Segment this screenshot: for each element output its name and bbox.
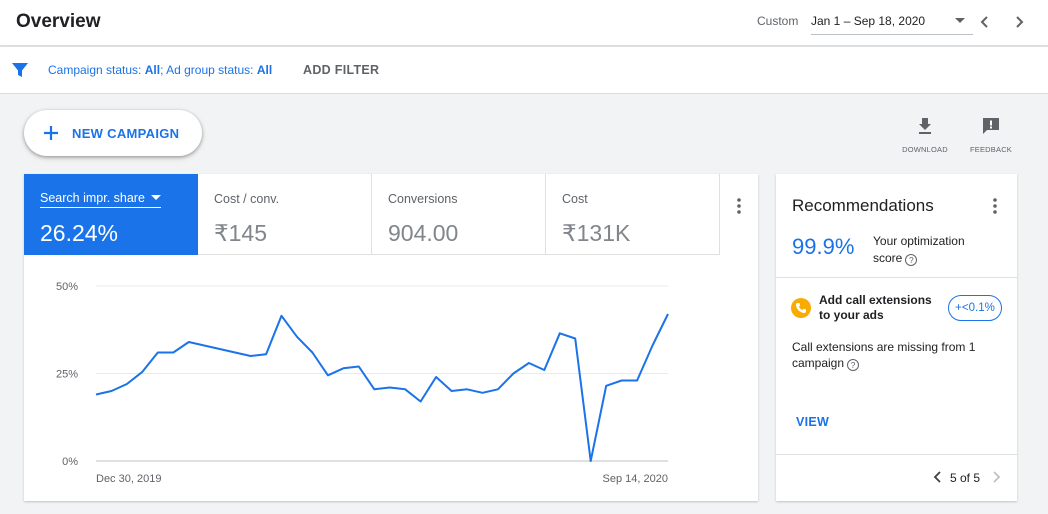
line-chart: 50% 25% 0% Dec 30, 2019 Sep 14, 2020 (56, 281, 669, 485)
plus-icon (44, 126, 58, 140)
more-vert-icon (737, 198, 741, 214)
divider (776, 454, 1017, 455)
performance-chart-card: Search impr. share 26.24% Cost / conv. ₹… (24, 174, 758, 501)
phone-icon (796, 303, 806, 313)
filter-icon[interactable] (11, 61, 29, 79)
metric-selector[interactable]: Search impr. share (40, 191, 161, 208)
help-icon[interactable]: ? (905, 254, 918, 266)
metric-value: 26.24% (40, 220, 119, 246)
optimization-score-label: Your optimization score? (873, 233, 993, 267)
previous-recommendation-button[interactable] (932, 470, 946, 486)
ad-group-status-label: Ad group status: (166, 63, 254, 77)
filter-separator: ; (160, 63, 164, 77)
date-range-dropdown[interactable]: Jan 1 – Sep 18, 2020 (811, 6, 973, 35)
chevron-left-icon (980, 16, 988, 28)
y-tick-label: 50% (56, 281, 78, 293)
x-tick-label: Sep 14, 2020 (603, 473, 668, 485)
recommendation-description-text: Call extensions are missing from 1 campa… (792, 340, 976, 370)
recommendation-pager: 5 of 5 (950, 471, 981, 485)
optimization-score-text: Your optimization score (873, 234, 965, 265)
metric-value: ₹131K (562, 220, 631, 246)
new-campaign-button[interactable]: NEW CAMPAIGN (24, 110, 202, 156)
call-extension-badge (791, 298, 811, 318)
campaign-status-value: All (144, 63, 161, 77)
feedback-icon (983, 118, 999, 134)
recommendations-title: Recommendations (792, 196, 934, 215)
help-icon[interactable]: ? (847, 359, 860, 371)
filter-bar: Campaign status: All; Ad group status: A… (0, 47, 1048, 94)
recommendation-title: Add call extensions to your ads (819, 293, 932, 322)
feedback-button[interactable]: FEEDBACK (961, 116, 1021, 154)
x-tick-label: Dec 30, 2019 (96, 473, 161, 485)
metric-tab-conversions[interactable]: Conversions 904.00 (372, 174, 546, 255)
date-range-type-label: Custom (757, 14, 799, 28)
chart-more-options-button[interactable] (727, 194, 751, 218)
next-recommendation-button[interactable] (990, 470, 1004, 486)
metric-label: Conversions (388, 192, 458, 206)
previous-period-button[interactable] (975, 10, 995, 34)
campaign-status-label: Campaign status: (48, 63, 142, 77)
view-recommendation-button[interactable]: VIEW (796, 415, 829, 429)
download-label: DOWNLOAD (902, 145, 948, 154)
optimization-score: 99.9% (792, 234, 855, 259)
chevron-left-icon (933, 471, 941, 483)
metric-label: Cost / conv. (214, 192, 280, 206)
y-tick-label: 0% (62, 456, 78, 468)
score-uplift-badge: +<0.1% (948, 295, 1002, 321)
y-tick-label: 25% (56, 369, 78, 381)
metric-value: ₹145 (214, 220, 268, 246)
divider (776, 277, 1017, 278)
ad-group-status-value: All (256, 63, 273, 77)
series-line (95, 313, 669, 462)
feedback-label: FEEDBACK (969, 145, 1013, 154)
chevron-right-icon (1016, 16, 1024, 28)
metric-tab-search-impr-share[interactable]: Search impr. share 26.24% (24, 174, 198, 255)
caret-down-icon (955, 18, 965, 23)
more-vert-icon (993, 198, 997, 214)
recommendation-description: Call extensions are missing from 1 campa… (792, 339, 1007, 371)
new-campaign-label: NEW CAMPAIGN (72, 126, 180, 141)
active-filters[interactable]: Campaign status: All; Ad group status: A… (48, 63, 272, 77)
download-button[interactable]: DOWNLOAD (895, 116, 955, 154)
chevron-right-icon (993, 471, 1001, 483)
next-period-button[interactable] (1009, 10, 1029, 34)
recommendations-card: Recommendations 99.9% Your optimization … (776, 174, 1017, 501)
metric-tab-cost-per-conv[interactable]: Cost / conv. ₹145 (198, 174, 372, 255)
caret-down-icon (150, 195, 161, 200)
add-filter-button[interactable]: ADD FILTER (303, 63, 379, 77)
top-bar: Overview Custom Jan 1 – Sep 18, 2020 (0, 0, 1048, 46)
metric-label: Cost (562, 192, 588, 206)
metric-label: Search impr. share (40, 191, 145, 205)
metric-value: 904.00 (388, 220, 459, 246)
page-title: Overview (16, 11, 101, 32)
download-icon (919, 118, 931, 134)
metric-tab-cost[interactable]: Cost ₹131K (546, 174, 720, 255)
recommendations-more-options-button[interactable] (983, 194, 1007, 218)
date-range-value: Jan 1 – Sep 18, 2020 (811, 14, 926, 28)
